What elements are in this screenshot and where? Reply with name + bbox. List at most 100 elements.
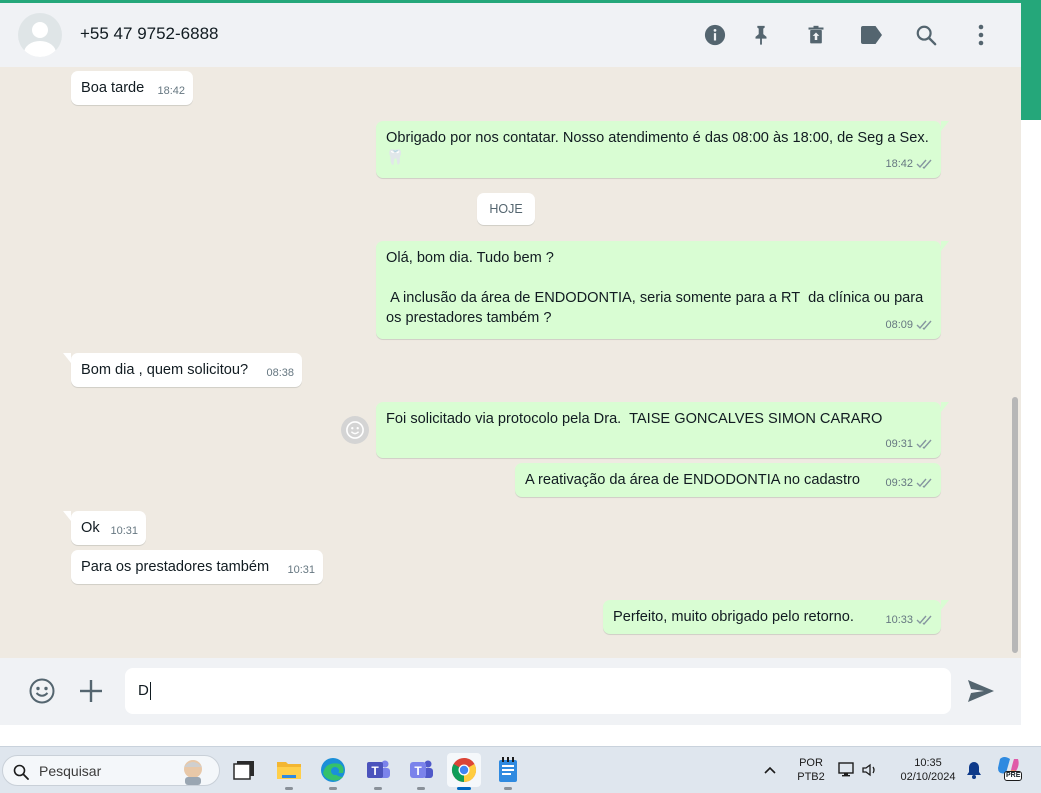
message-input-value: D xyxy=(138,682,149,699)
message-meta: 18:42 xyxy=(885,154,933,174)
network-icon[interactable] xyxy=(838,761,858,779)
running-indicator xyxy=(417,787,425,790)
task-view-button[interactable] xyxy=(227,753,261,787)
show-hidden-icons-chevron-up-icon[interactable] xyxy=(763,763,779,779)
message-time: 10:33 xyxy=(885,614,913,626)
teams-icon: T xyxy=(410,760,433,778)
avatar-head-shape xyxy=(32,22,48,38)
message-incoming[interactable]: Ok 10:31 xyxy=(63,511,146,545)
running-indicator xyxy=(329,787,337,790)
volume-icon[interactable] xyxy=(861,761,881,779)
menu-dots-icon[interactable] xyxy=(969,23,993,47)
read-ticks-icon xyxy=(916,439,932,449)
language-label: POR xyxy=(799,757,823,769)
keyboard-layout-label: PTB2 xyxy=(797,771,825,783)
message-meta: 08:38 xyxy=(266,363,294,383)
running-indicator xyxy=(285,787,293,790)
folder-icon xyxy=(277,762,301,779)
message-text: Olá, bom dia. Tudo bem ? A inclusão da á… xyxy=(386,250,924,326)
send-icon[interactable] xyxy=(966,676,996,706)
message-outgoing[interactable]: Obrigado por nos contatar. Nosso atendim… xyxy=(376,121,949,178)
message-text: Perfeito, muito obrigado pelo retorno. xyxy=(613,609,854,625)
message-text: Obrigado por nos contatar. Nosso atendim… xyxy=(386,130,929,166)
message-time: 09:32 xyxy=(885,477,913,489)
label-icon[interactable] xyxy=(859,23,883,47)
notepad-button[interactable] xyxy=(491,753,525,790)
file-explorer-button[interactable] xyxy=(272,753,306,790)
message-time: 10:31 xyxy=(110,525,138,537)
day-divider: HOJE xyxy=(477,193,535,225)
avatar-body-shape xyxy=(24,41,56,57)
message-time: 08:38 xyxy=(266,367,294,379)
window-bottom-margin xyxy=(0,725,1021,746)
chat-messages-area[interactable]: Boa tarde 18:42 Obrigado por nos contata… xyxy=(0,67,1021,658)
svg-text:T: T xyxy=(371,764,379,778)
search-highlight-image xyxy=(184,760,202,785)
teams-business-icon: T xyxy=(367,760,390,778)
message-outgoing[interactable]: Foi solicitado via protocolo pela Dra. T… xyxy=(376,402,949,458)
clock-time: 10:35 xyxy=(914,757,942,769)
delete-icon[interactable] xyxy=(804,23,828,47)
right-accent-bar xyxy=(1021,0,1041,120)
copilot-button[interactable]: PRE xyxy=(996,755,1024,785)
read-ticks-icon xyxy=(916,159,932,169)
text-caret xyxy=(149,682,151,701)
message-meta: 08:09 xyxy=(885,315,933,335)
edge-icon xyxy=(321,758,345,782)
notification-bell-icon[interactable] xyxy=(966,761,984,781)
taskbar-search-label: Pesquisar xyxy=(39,763,102,779)
reaction-emoji-icon[interactable] xyxy=(341,416,369,444)
message-time: 18:42 xyxy=(885,158,913,170)
teams-button[interactable]: T xyxy=(404,753,438,790)
windows-taskbar: Pesquisar T T POR PTB2 10:35 02/10/2024 … xyxy=(0,746,1041,793)
emoji-icon[interactable] xyxy=(27,676,57,706)
search-icon[interactable] xyxy=(914,23,938,47)
message-outgoing[interactable]: Perfeito, muito obrigado pelo retorno. 1… xyxy=(603,600,949,634)
message-input[interactable]: D xyxy=(125,668,951,714)
message-outgoing[interactable]: A reativação da área de ENDODONTIA no ca… xyxy=(515,463,941,497)
running-indicator xyxy=(504,787,512,790)
edge-button[interactable] xyxy=(316,753,350,790)
running-indicator xyxy=(374,787,382,790)
task-view-icon xyxy=(233,761,254,780)
running-indicator xyxy=(457,787,471,790)
language-indicator[interactable]: POR PTB2 xyxy=(793,756,829,784)
chat-header: +55 47 9752-6888 xyxy=(0,3,1021,67)
message-meta: 09:31 xyxy=(885,434,933,454)
message-text: Para os prestadores também xyxy=(81,559,270,575)
read-ticks-icon xyxy=(916,478,932,488)
message-meta: 10:31 xyxy=(110,521,138,541)
read-ticks-icon xyxy=(916,320,932,330)
chrome-icon xyxy=(451,758,477,782)
info-icon[interactable] xyxy=(703,23,727,47)
message-outgoing[interactable]: Olá, bom dia. Tudo bem ? A inclusão da á… xyxy=(376,241,949,339)
message-text: Foi solicitado via protocolo pela Dra. T… xyxy=(386,411,883,427)
message-text: Boa tarde xyxy=(81,80,145,96)
chrome-button[interactable] xyxy=(447,753,481,790)
contact-name[interactable]: +55 47 9752-6888 xyxy=(80,24,219,44)
teams-business-button[interactable]: T xyxy=(361,753,395,790)
preview-badge: PRE xyxy=(1004,771,1023,781)
message-incoming[interactable]: Boa tarde 18:42 xyxy=(71,71,193,105)
contact-avatar[interactable] xyxy=(18,13,62,57)
message-time: 08:09 xyxy=(885,319,913,331)
plus-icon[interactable] xyxy=(76,676,106,706)
search-icon xyxy=(13,764,29,780)
message-time: 18:42 xyxy=(157,85,185,97)
message-text: Bom dia , quem solicitou? xyxy=(81,362,249,378)
message-meta: 18:42 xyxy=(157,81,185,101)
message-composer: D xyxy=(0,658,1021,725)
message-meta: 10:31 xyxy=(287,560,315,580)
taskbar-search[interactable]: Pesquisar xyxy=(2,755,220,786)
clock-date: 02/10/2024 xyxy=(900,771,956,783)
message-meta: 10:33 xyxy=(885,610,933,630)
message-incoming[interactable]: Para os prestadores também 10:31 xyxy=(71,550,323,584)
pin-icon[interactable] xyxy=(749,23,773,47)
message-incoming[interactable]: Bom dia , quem solicitou? 08:38 xyxy=(63,353,302,387)
read-ticks-icon xyxy=(916,615,932,625)
svg-text:T: T xyxy=(414,764,422,778)
clock[interactable]: 10:35 02/10/2024 xyxy=(890,756,966,784)
message-meta: 09:32 xyxy=(885,473,933,493)
message-time: 10:31 xyxy=(287,564,315,576)
chat-scrollbar[interactable] xyxy=(1012,397,1018,653)
